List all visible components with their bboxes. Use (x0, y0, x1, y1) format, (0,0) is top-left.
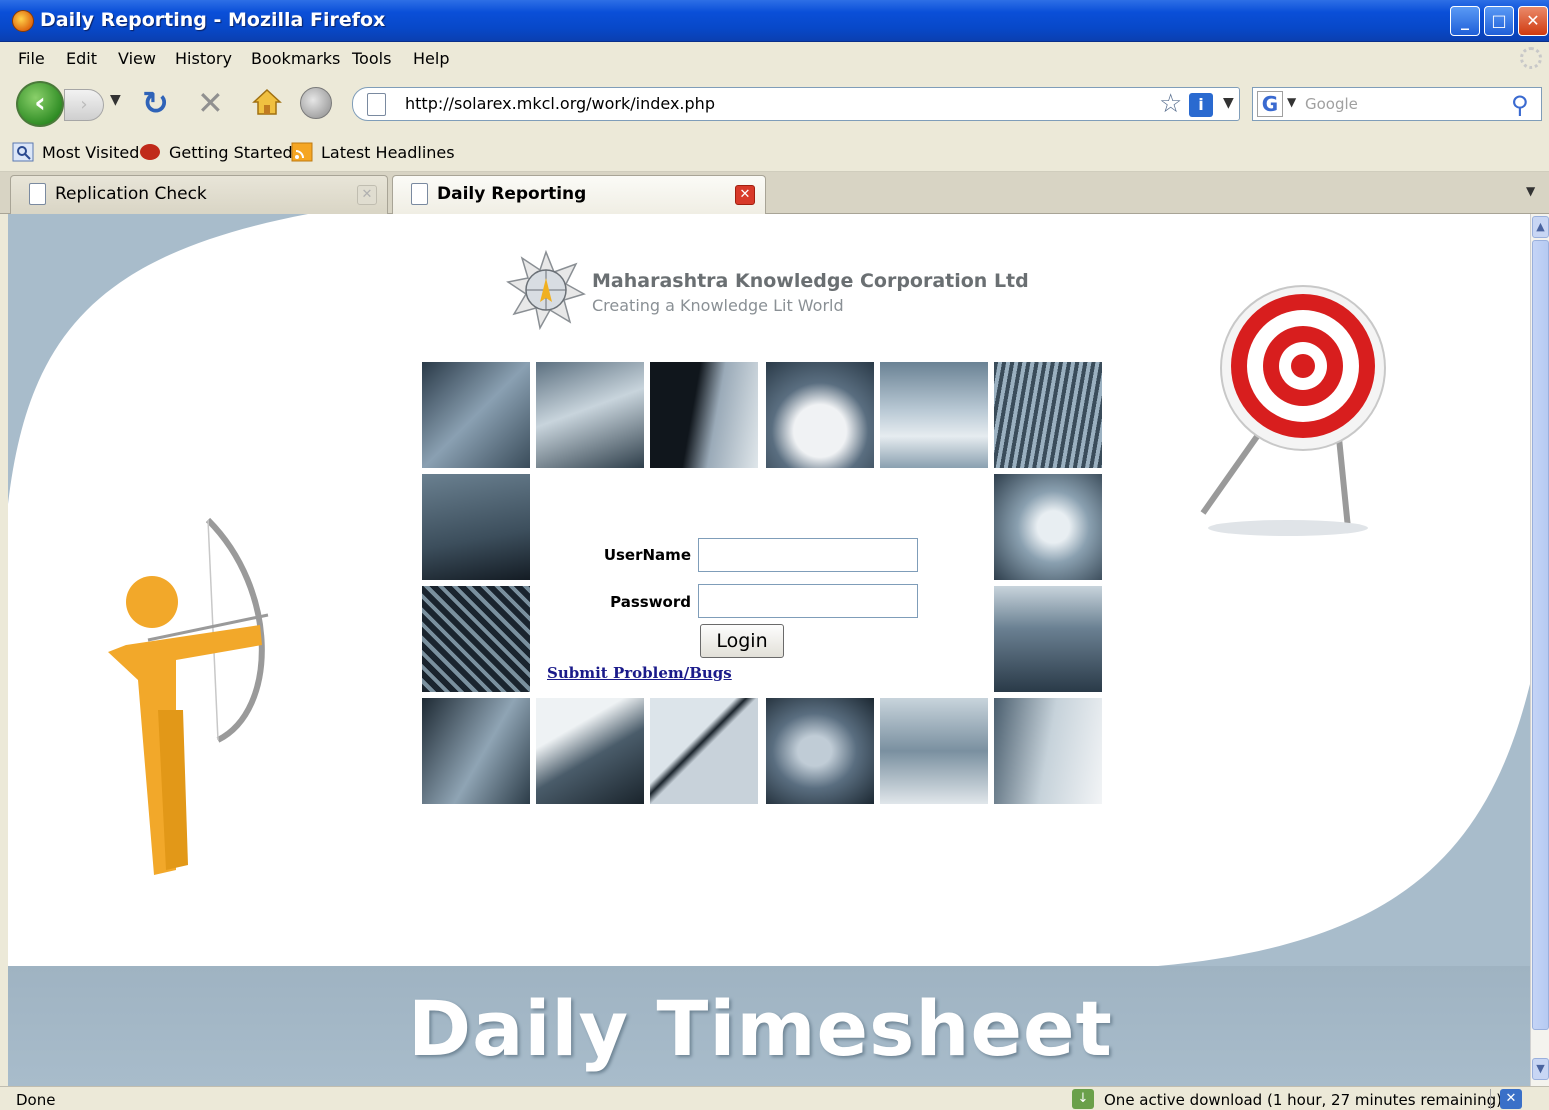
login-form: UserName Password Login Submit Problem/B… (531, 472, 991, 692)
photo-tile (766, 362, 874, 468)
window-title: Daily Reporting - Mozilla Firefox (40, 9, 386, 31)
submit-bugs-link[interactable]: Submit Problem/Bugs (547, 664, 732, 682)
url-bar[interactable]: http://solarex.mkcl.org/work/index.php ☆… (352, 87, 1240, 121)
status-text: Done (16, 1091, 56, 1109)
target-icon (1200, 285, 1386, 536)
home-icon[interactable] (252, 88, 282, 116)
search-input[interactable]: Google (1305, 95, 1358, 113)
status-divider (1490, 1089, 1491, 1109)
url-text[interactable]: http://solarex.mkcl.org/work/index.php (405, 94, 715, 113)
username-label: UserName (603, 546, 691, 564)
bookmarks-toolbar: Most Visited Getting Started Latest Head… (0, 134, 1549, 172)
photo-tile (994, 586, 1102, 692)
google-engine-icon[interactable]: G (1257, 91, 1283, 117)
photo-tile (994, 698, 1102, 804)
photo-tile (994, 474, 1102, 580)
firefox-icon (12, 10, 34, 32)
tab-bar: Replication Check ✕ Daily Reporting ✕ ▼ (0, 172, 1549, 214)
menu-view[interactable]: View (118, 49, 156, 68)
scroll-down-icon[interactable]: ▼ (1532, 1058, 1549, 1080)
page-icon (367, 93, 386, 116)
tab-replication-check[interactable]: Replication Check ✕ (10, 175, 388, 214)
rss-feed-icon (291, 142, 313, 162)
menu-tools[interactable]: Tools (352, 49, 391, 68)
vertical-scrollbar[interactable]: ▲ ▼ (1530, 214, 1549, 1086)
org-name: Maharashtra Knowledge Corporation Ltd (592, 270, 1029, 292)
scroll-thumb[interactable] (1532, 240, 1549, 1030)
photo-tile (422, 698, 530, 804)
photo-tile (536, 362, 644, 468)
photo-tile (880, 698, 988, 804)
forward-arrow-icon[interactable]: › (64, 89, 104, 121)
photo-tile (880, 362, 988, 468)
addon-icon[interactable]: ✕ (1500, 1089, 1522, 1109)
menu-edit[interactable]: Edit (66, 49, 97, 68)
download-status[interactable]: One active download (1 hour, 27 minutes … (1104, 1091, 1502, 1109)
username-field[interactable] (698, 538, 918, 572)
login-button[interactable]: Login (700, 624, 784, 658)
magnifier-icon[interactable]: ⚲ (1511, 91, 1529, 119)
photo-tile (422, 586, 530, 692)
title-bar: Daily Reporting - Mozilla Firefox _ □ ✕ (0, 0, 1549, 42)
maximize-button[interactable]: □ (1484, 6, 1514, 36)
password-label: Password (610, 593, 691, 611)
most-visited-icon (12, 142, 34, 162)
status-bar: Done ↓ One active download (1 hour, 27 m… (0, 1086, 1549, 1110)
photo-tile (650, 698, 758, 804)
photo-tile (422, 474, 530, 580)
menu-bar: File Edit View History Bookmarks Tools H… (0, 42, 1549, 74)
download-icon[interactable]: ↓ (1072, 1089, 1094, 1109)
search-bar[interactable]: G ▼ Google ⚲ (1252, 87, 1542, 121)
stop-icon[interactable]: ✕ (197, 84, 224, 122)
menu-file[interactable]: File (18, 49, 45, 68)
url-dropdown-icon[interactable]: ▼ (1223, 95, 1234, 111)
page-icon (411, 183, 428, 205)
tab-daily-reporting[interactable]: Daily Reporting ✕ (392, 175, 766, 214)
menu-history[interactable]: History (175, 49, 232, 68)
scroll-up-icon[interactable]: ▲ (1532, 216, 1549, 238)
password-field[interactable] (698, 584, 918, 618)
site-info-icon[interactable]: i (1189, 93, 1213, 117)
org-tagline: Creating a Knowledge Lit World (592, 296, 844, 315)
photo-tile (422, 362, 530, 468)
close-tab-icon[interactable]: ✕ (357, 185, 377, 205)
photo-tile (650, 362, 758, 468)
getting-started-icon (140, 144, 160, 160)
menu-help[interactable]: Help (413, 49, 449, 68)
banner-title: Daily Timesheet (408, 984, 1113, 1073)
bookmark-star-icon[interactable]: ☆ (1159, 89, 1182, 119)
tab-list-dropdown-icon[interactable]: ▼ (1526, 184, 1535, 198)
close-tab-icon[interactable]: ✕ (735, 185, 755, 205)
minimize-button[interactable]: _ (1450, 6, 1480, 36)
bookmark-latest-headlines[interactable]: Latest Headlines (321, 143, 455, 162)
photo-tile (994, 362, 1102, 468)
close-window-button[interactable]: ✕ (1518, 6, 1548, 36)
tab-label: Replication Check (55, 184, 207, 204)
globe-icon[interactable] (300, 87, 332, 119)
reload-icon[interactable]: ↻ (142, 84, 169, 122)
photo-tile (536, 698, 644, 804)
search-engine-dropdown-icon[interactable]: ▼ (1287, 95, 1296, 109)
navigation-toolbar: ‹ › ▼ ↻ ✕ http://solarex.mkcl.org/work/i… (0, 74, 1549, 134)
tab-label: Daily Reporting (437, 184, 587, 204)
activity-throbber-icon (1520, 47, 1542, 69)
bookmark-getting-started[interactable]: Getting Started (169, 143, 293, 162)
photo-tile (766, 698, 874, 804)
page-icon (29, 183, 46, 205)
back-arrow-icon[interactable]: ‹ (16, 81, 64, 127)
archer-figure-icon (108, 517, 269, 875)
mkcl-logo-icon (506, 250, 586, 330)
page-content: Maharashtra Knowledge Corporation Ltd Cr… (8, 214, 1530, 1086)
bookmark-most-visited[interactable]: Most Visited (42, 143, 139, 162)
menu-bookmarks[interactable]: Bookmarks (251, 49, 340, 68)
browser-window: Daily Reporting - Mozilla Firefox _ □ ✕ … (0, 0, 1549, 1110)
history-dropdown-icon[interactable]: ▼ (110, 92, 121, 108)
